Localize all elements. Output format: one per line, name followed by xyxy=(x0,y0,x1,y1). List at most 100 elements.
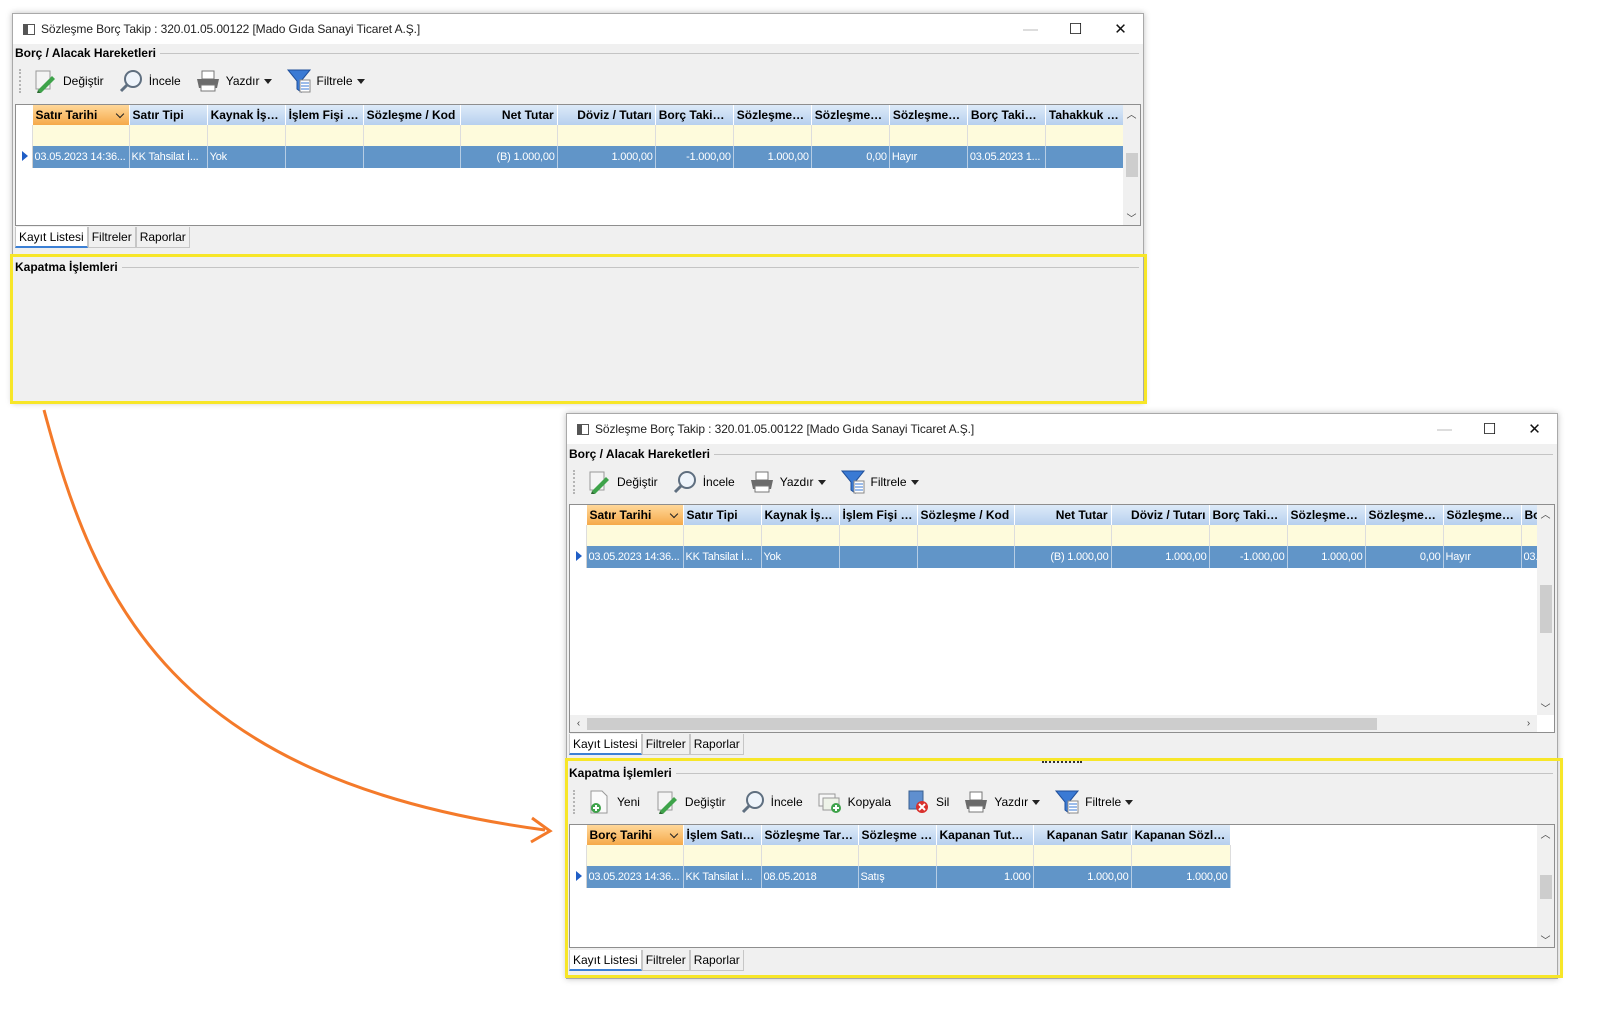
table-row[interactable]: 03.05.2023 14:36... KK Tahsilat İ... 08.… xyxy=(570,866,1231,888)
column-header[interactable]: Döviz / Tutarı xyxy=(557,105,656,125)
sort-chevron-icon[interactable] xyxy=(669,829,678,838)
column-header[interactable]: Borç Takip ... xyxy=(967,105,1046,125)
filtrele-dropdown-arrow[interactable] xyxy=(910,479,919,485)
yazdir-button[interactable]: Yazdır xyxy=(191,66,276,96)
title-bar[interactable]: Sözleşme Borç Takip : 320.01.05.00122 [M… xyxy=(567,414,1557,444)
column-header[interactable]: Sözleşmey... xyxy=(811,105,890,125)
column-header-satir-tarihi[interactable]: Satır Tarihi xyxy=(586,505,684,525)
toolbar-grip[interactable] xyxy=(573,470,576,494)
table-row[interactable]: 03.05.2023 14:36... KK Tahsilat İ... Yok… xyxy=(570,546,1554,568)
column-header-borc-tarihi[interactable]: Borç Tarihi xyxy=(586,825,684,845)
degistir-button[interactable]: Değiştir xyxy=(650,787,730,817)
splitter-handle[interactable] xyxy=(533,251,633,259)
toolbar-grip[interactable] xyxy=(19,69,22,93)
scroll-up-icon[interactable]: ︿ xyxy=(1537,825,1554,841)
section-title-borc-alacak: Borç / Alacak Hareketleri xyxy=(569,447,1553,461)
incele-button[interactable]: İncele xyxy=(114,66,185,96)
tab-raporlar[interactable]: Raporlar xyxy=(689,734,744,755)
column-header[interactable]: Sözleşme / Kod xyxy=(363,105,461,125)
filtrele-button[interactable]: Filtrele xyxy=(836,467,923,497)
filtrele-button[interactable]: Filtrele xyxy=(1050,787,1137,817)
scroll-thumb[interactable] xyxy=(587,718,1377,730)
tab-filtreler[interactable]: Filtreler xyxy=(641,734,690,755)
column-header[interactable]: Tahakkuk S... xyxy=(1045,105,1125,125)
column-header[interactable]: İşlem Fişi / ... xyxy=(285,105,364,125)
column-header[interactable]: Borç Takip ... xyxy=(655,105,734,125)
column-header[interactable]: Sözleşmey... xyxy=(733,105,812,125)
scroll-up-icon[interactable]: ︿ xyxy=(1537,505,1554,521)
close-button[interactable]: ✕ xyxy=(1098,14,1143,44)
column-header-satir-tarihi[interactable]: Satır Tarihi xyxy=(32,105,130,125)
degistir-button[interactable]: Değiştir xyxy=(28,66,108,96)
filter-row[interactable] xyxy=(570,845,1231,866)
tab-filtreler[interactable]: Filtreler xyxy=(87,227,136,248)
column-header[interactable]: Kaynak İşlem xyxy=(207,105,286,125)
column-header[interactable]: İşlem Fişi / ... xyxy=(839,505,918,525)
column-header[interactable]: İşlem Satırı ... xyxy=(683,825,762,845)
column-header[interactable]: Kapanan Sözleş... xyxy=(1131,825,1231,845)
column-header[interactable]: Sözleşmey... xyxy=(889,105,968,125)
column-header[interactable]: Sözleşmey... xyxy=(1287,505,1366,525)
top-grid-horizontal-scrollbar[interactable]: ‹ › xyxy=(570,715,1537,732)
column-header[interactable]: Sözleşme Tarihi xyxy=(761,825,859,845)
bottom-grid-vertical-scrollbar[interactable]: ︿ ﹀ xyxy=(1537,825,1554,947)
scroll-down-icon[interactable]: ﹀ xyxy=(1537,699,1554,715)
splitter-handle[interactable] xyxy=(1027,758,1097,766)
scroll-left-icon[interactable]: ‹ xyxy=(570,715,587,731)
incele-button[interactable]: İncele xyxy=(668,467,739,497)
filter-row[interactable] xyxy=(16,125,1125,146)
column-header[interactable]: Sözleşme / Kod xyxy=(917,505,1015,525)
toolbar-grip[interactable] xyxy=(573,790,576,814)
column-header[interactable]: Sözleşmey... xyxy=(1443,505,1522,525)
yazdir-dropdown-arrow[interactable] xyxy=(1032,799,1041,805)
top-grid-vertical-scrollbar[interactable]: ︿ ﹀ xyxy=(1123,105,1140,225)
yeni-button[interactable]: Yeni xyxy=(582,787,644,817)
yazdir-dropdown-arrow[interactable] xyxy=(817,479,826,485)
yazdir-button[interactable]: Yazdır xyxy=(959,787,1044,817)
column-header[interactable]: Kaynak İşlem xyxy=(761,505,840,525)
sil-button[interactable]: Sil xyxy=(901,787,953,817)
column-header[interactable]: Net Tutar xyxy=(1014,505,1112,525)
column-header[interactable]: Satır Tipi xyxy=(683,505,762,525)
column-header[interactable]: Kapanan Tutar ... xyxy=(936,825,1034,845)
column-header[interactable]: Borç Takip ... xyxy=(1209,505,1288,525)
minimize-button[interactable]: — xyxy=(1008,14,1053,44)
maximize-button[interactable]: ☐ xyxy=(1053,14,1098,44)
tab-kayit-listesi[interactable]: Kayıt Listesi xyxy=(15,227,88,248)
yazdir-button[interactable]: Yazdır xyxy=(745,467,830,497)
column-header[interactable]: Döviz / Tutarı xyxy=(1111,505,1210,525)
minimize-button[interactable]: — xyxy=(1422,414,1467,444)
top-grid-vertical-scrollbar[interactable]: ︿ ﹀ xyxy=(1537,505,1554,715)
tab-kayit-listesi[interactable]: Kayıt Listesi xyxy=(569,950,642,971)
maximize-button[interactable]: ☐ xyxy=(1467,414,1512,444)
column-header[interactable]: Sözleşmey... xyxy=(1365,505,1444,525)
column-header[interactable]: Satır Tipi xyxy=(129,105,208,125)
scroll-up-icon[interactable]: ︿ xyxy=(1123,105,1140,121)
title-bar[interactable]: Sözleşme Borç Takip : 320.01.05.00122 [M… xyxy=(13,14,1143,44)
filter-row[interactable] xyxy=(570,525,1554,546)
filtrele-dropdown-arrow[interactable] xyxy=(1125,799,1134,805)
scroll-thumb[interactable] xyxy=(1126,153,1138,177)
scroll-thumb[interactable] xyxy=(1540,585,1552,633)
column-header[interactable]: Kapanan Satır xyxy=(1033,825,1132,845)
tab-kayit-listesi[interactable]: Kayıt Listesi xyxy=(569,734,642,755)
degistir-button[interactable]: Değiştir xyxy=(582,467,662,497)
sort-chevron-icon[interactable] xyxy=(115,109,124,118)
scroll-down-icon[interactable]: ﹀ xyxy=(1537,931,1554,947)
filtrele-dropdown-arrow[interactable] xyxy=(356,78,365,84)
scroll-down-icon[interactable]: ﹀ xyxy=(1123,209,1140,225)
incele-button[interactable]: İncele xyxy=(736,787,807,817)
filtrele-button[interactable]: Filtrele xyxy=(282,66,369,96)
scroll-right-icon[interactable]: › xyxy=(1520,715,1537,731)
tab-filtreler[interactable]: Filtreler xyxy=(641,950,690,971)
scroll-thumb[interactable] xyxy=(1540,875,1552,899)
sort-chevron-icon[interactable] xyxy=(669,509,678,518)
close-button[interactable]: ✕ xyxy=(1512,414,1557,444)
table-row[interactable]: 03.05.2023 14:36... KK Tahsilat İ... Yok… xyxy=(16,146,1125,168)
tab-raporlar[interactable]: Raporlar xyxy=(135,227,190,248)
column-header[interactable]: Sözleşme / ... xyxy=(858,825,937,845)
kopyala-button[interactable]: Kopyala xyxy=(813,787,895,817)
column-header[interactable]: Net Tutar xyxy=(460,105,558,125)
yazdir-dropdown-arrow[interactable] xyxy=(263,78,272,84)
tab-raporlar[interactable]: Raporlar xyxy=(689,950,744,971)
